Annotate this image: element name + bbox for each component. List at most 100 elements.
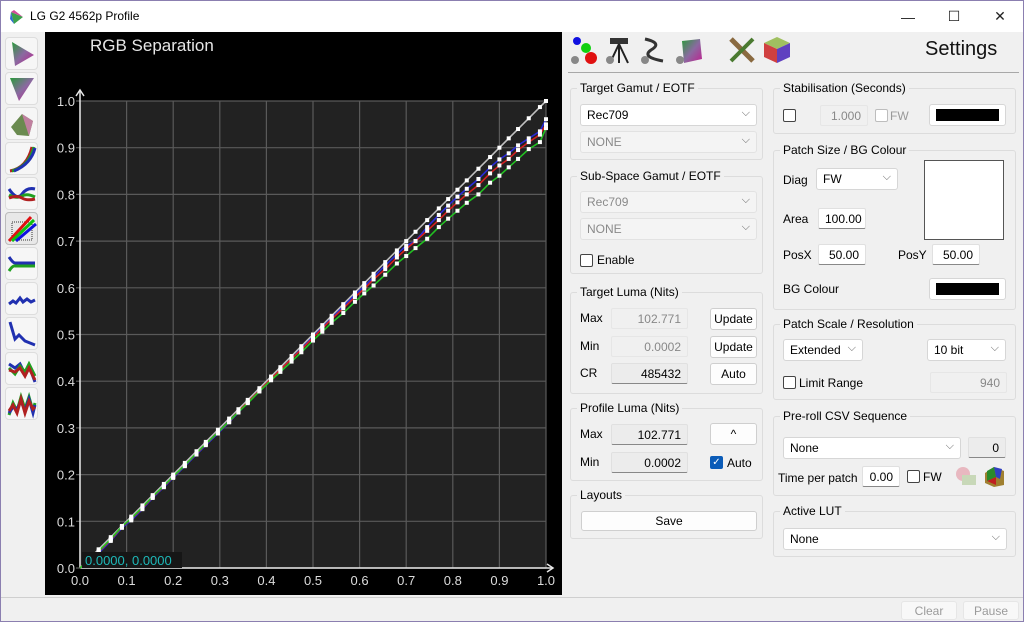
target-eotf-value: NONE [587,135,622,149]
profile-up-button[interactable]: ^ [710,423,757,445]
data-point-green [320,329,325,334]
target-min-update-button[interactable]: Update [710,336,757,358]
data-point-reference [394,248,399,253]
time-per-patch-field[interactable]: 0.00 [862,466,900,487]
tools-button[interactable] [725,33,758,66]
subspace-enable-checkbox[interactable] [580,254,593,267]
3d-gamut-button[interactable] [5,107,38,140]
app-window: LG G2 4562p Profile — ☐ ✕ 0.0 0.1 0.2 0.3 0.… [0,0,1024,622]
profile-luma-title: Profile Luma (Nits) [577,401,683,415]
patch-scale-select[interactable]: Extended ⌵ [783,339,863,361]
gamut-settings-button[interactable] [672,33,705,66]
limit-range-checkbox[interactable] [783,376,796,389]
profile-auto-checkbox[interactable]: ✓ [710,456,723,469]
delta-e-graph-button[interactable] [5,282,38,315]
data-point-blue [544,117,548,122]
stabilisation-fw-label: FW [890,109,909,123]
layouts-group: Layouts Save [570,488,763,539]
delta-e-decline-button[interactable] [5,317,38,350]
connection-button[interactable] [637,33,670,66]
cie-uv-gamut-button[interactable] [5,72,38,105]
target-max-update-button[interactable]: Update [710,308,757,330]
meter-button[interactable] [602,33,635,66]
bg-colour-button[interactable] [929,278,1006,300]
target-max-field[interactable]: 102.771 [611,308,688,329]
stabilisation-group: Stabilisation (Seconds) 1.000 FW [773,81,1016,134]
active-lut-select[interactable]: None ⌵ [783,528,1007,550]
maximize-button[interactable]: ☐ [931,1,977,32]
clear-sequence-icon[interactable] [954,465,978,489]
posx-field[interactable]: 50.00 [818,244,866,265]
preroll-fw-label: FW [923,470,942,484]
patch-scale-title: Patch Scale / Resolution [780,317,917,331]
rgb-separation-button[interactable] [5,212,38,245]
minimize-button[interactable]: — [885,1,931,32]
save-layout-button[interactable]: Save [581,511,757,531]
data-point-green [404,254,409,259]
target-min-field[interactable]: 0.0002 [611,336,688,357]
connection-cable-icon [640,37,663,64]
data-point-reference [413,229,418,234]
chevron-down-icon: ⌵ [990,342,999,354]
data-point-green [215,430,220,435]
preroll-fw-checkbox[interactable] [907,470,920,483]
y-tick-label: 0.9 [57,141,75,156]
y-tick-label: 0.1 [57,514,75,529]
chevron-down-icon: ⌵ [741,107,750,119]
lut-cube-button[interactable] [760,33,793,66]
area-field[interactable]: 100.00 [818,208,866,229]
area-label: Area [783,212,809,226]
active-lut-value: None [790,532,819,546]
cie-xy-gamut-button[interactable] [5,37,38,70]
resolution-value: 10 bit [934,343,964,357]
diag-select[interactable]: FW ⌵ [816,168,898,190]
tools-icon [728,36,755,63]
rgb-separation-chart[interactable]: 0.0 0.1 0.2 0.3 0.4 0.5 0.6 0.7 0.8 0.9 1.0 0.0 0.1 0… [45,32,562,595]
time-per-patch-label: Time per patch [778,471,858,485]
limit-range-field[interactable]: 940 [930,372,1007,393]
load-sequence-icon[interactable] [982,463,1008,489]
stabilisation-fw-checkbox[interactable] [875,109,888,122]
subspace-eotf-select[interactable]: NONE ⌵ [580,218,757,240]
clear-button[interactable]: Clear [901,601,957,620]
active-lut-group: Active LUT None ⌵ [773,504,1016,557]
rgb-variance-button[interactable] [5,387,38,420]
stabilisation-checkbox[interactable] [783,109,796,122]
subspace-gamut-select[interactable]: Rec709 ⌵ [580,191,757,213]
data-point-green [311,338,315,343]
target-eotf-select[interactable]: NONE ⌵ [580,131,757,153]
data-point-red [436,218,441,223]
rgb-balance-button[interactable] [5,177,38,210]
luminance-tracking-button[interactable] [5,247,38,280]
data-point-red [446,208,451,213]
profile-max-field[interactable]: 102.771 [611,424,688,445]
target-cr-field[interactable]: 485432 [611,363,688,384]
target-cr-auto-button[interactable]: Auto [710,363,757,385]
profile-min-field[interactable]: 0.0002 [611,452,688,473]
stabilisation-color-button[interactable] [929,104,1006,126]
data-point-green [436,225,441,230]
data-point-green [352,299,357,304]
data-point-red [341,306,346,311]
pause-button[interactable]: Pause [963,601,1019,620]
patch-generator-button[interactable] [567,33,600,66]
data-point-red [362,286,367,291]
active-lut-title: Active LUT [780,504,845,518]
close-button[interactable]: ✕ [977,1,1023,32]
data-point-green [278,369,283,374]
resolution-select[interactable]: 10 bit ⌵ [927,339,1006,361]
stabilisation-seconds-field[interactable]: 1.000 [820,105,868,126]
data-point-reference [436,206,441,211]
target-gamut-select[interactable]: Rec709 ⌵ [580,104,757,126]
eotf-curves-button[interactable] [5,142,38,175]
data-point-red [526,140,531,145]
y-tick-label: 0.7 [57,234,75,249]
profile-luma-group: Profile Luma (Nits) Max 102.771 ^ Min 0.… [570,401,763,481]
rgb-variance-icon [7,391,36,419]
target-max-label: Max [580,311,603,325]
posy-field[interactable]: 50.00 [932,244,980,265]
x-tick-label: 0.5 [304,573,322,588]
rgb-error-button[interactable] [5,352,38,385]
preroll-count-field[interactable]: 0 [968,437,1006,458]
preroll-sequence-select[interactable]: None ⌵ [783,437,961,459]
